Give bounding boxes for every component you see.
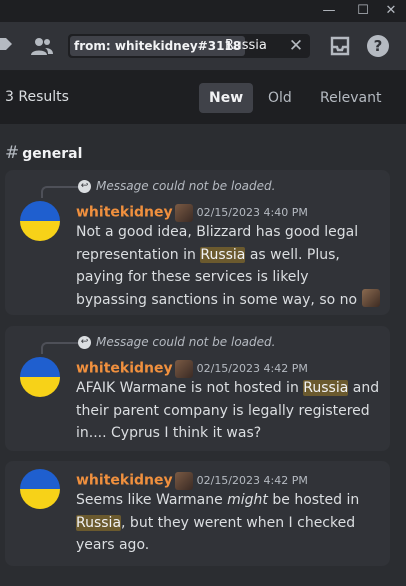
- message-body: Seems like Warmane might be hosted in Ru…: [76, 489, 381, 557]
- close-window-button[interactable]: ✕: [380, 2, 402, 20]
- search-result-message[interactable]: ↩ Message could not be loaded. whitekidn…: [5, 326, 390, 451]
- username[interactable]: whitekidney: [76, 473, 173, 489]
- message-text: Seems like Warmane: [76, 492, 228, 508]
- avatar[interactable]: [20, 357, 60, 397]
- help-icon[interactable]: ?: [366, 34, 390, 58]
- message-header: whitekidney 02/15/2023 4:42 PM: [76, 358, 308, 378]
- timestamp: 02/15/2023 4:42 PM: [196, 362, 308, 375]
- message-text: be hosted in: [267, 492, 360, 508]
- reply-icon: ↩: [78, 336, 91, 349]
- inbox-icon[interactable]: [328, 34, 352, 58]
- member-list-icon[interactable]: [30, 34, 54, 58]
- username[interactable]: whitekidney: [76, 361, 173, 377]
- username[interactable]: whitekidney: [76, 205, 173, 221]
- message-body: Not a good idea, Blizzard has good legal…: [76, 221, 381, 311]
- results-count: 3 Results: [5, 89, 69, 105]
- search-highlight: Russia: [303, 380, 349, 396]
- search-results-header: 3 Results New Old Relevant: [0, 71, 406, 124]
- channel-name: general: [22, 146, 83, 162]
- maximize-button[interactable]: ☐: [352, 2, 374, 20]
- channel-hash-icon: #: [5, 143, 20, 163]
- emphasis-text: might: [227, 492, 268, 508]
- tab-new[interactable]: New: [199, 83, 254, 113]
- search-term[interactable]: Russia: [225, 34, 267, 58]
- search-highlight: Russia: [200, 246, 246, 263]
- message-header: whitekidney 02/15/2023 4:40 PM: [76, 202, 308, 222]
- channel-toolbar: from: whitekidney#3118 Russia ✕ ?: [0, 22, 406, 71]
- message-header: whitekidney 02/15/2023 4:42 PM: [76, 470, 308, 490]
- timestamp: 02/15/2023 4:42 PM: [196, 474, 308, 487]
- search-highlight: Russia: [76, 514, 122, 531]
- user-badge-icon: [174, 203, 193, 222]
- reply-connector: [41, 186, 79, 198]
- message-body: AFAIK Warmane is not hosted in Russia an…: [76, 377, 381, 445]
- close-icon[interactable]: ✕: [286, 34, 306, 58]
- search-result-message[interactable]: whitekidney 02/15/2023 4:42 PM Seems like…: [5, 461, 390, 566]
- user-badge-icon: [174, 471, 193, 490]
- minimize-button[interactable]: —: [318, 2, 340, 20]
- search-input[interactable]: from: whitekidney#3118 Russia ✕: [68, 34, 310, 58]
- timestamp: 02/15/2023 4:40 PM: [196, 206, 308, 219]
- window-titlebar: — ☐ ✕: [0, 0, 406, 22]
- custom-emoji-icon: [361, 288, 380, 307]
- search-result-message[interactable]: ↩ Message could not be loaded. whitekidn…: [5, 170, 390, 315]
- user-badge-icon: [174, 359, 193, 378]
- avatar[interactable]: [20, 201, 60, 241]
- tab-old[interactable]: Old: [258, 83, 302, 113]
- search-filter-chip[interactable]: from: whitekidney#3118: [70, 36, 246, 56]
- threads-icon[interactable]: [0, 34, 16, 58]
- channel-heading[interactable]: # general: [5, 143, 82, 163]
- reply-preview[interactable]: Message could not be loaded.: [96, 179, 275, 193]
- reply-preview[interactable]: Message could not be loaded.: [96, 335, 275, 349]
- svg-text:?: ?: [374, 37, 383, 55]
- reply-icon: ↩: [78, 180, 91, 193]
- reply-connector: [41, 342, 79, 354]
- message-text: AFAIK Warmane is not hosted in: [76, 380, 304, 396]
- tab-relevant[interactable]: Relevant: [310, 83, 391, 113]
- avatar[interactable]: [20, 469, 60, 509]
